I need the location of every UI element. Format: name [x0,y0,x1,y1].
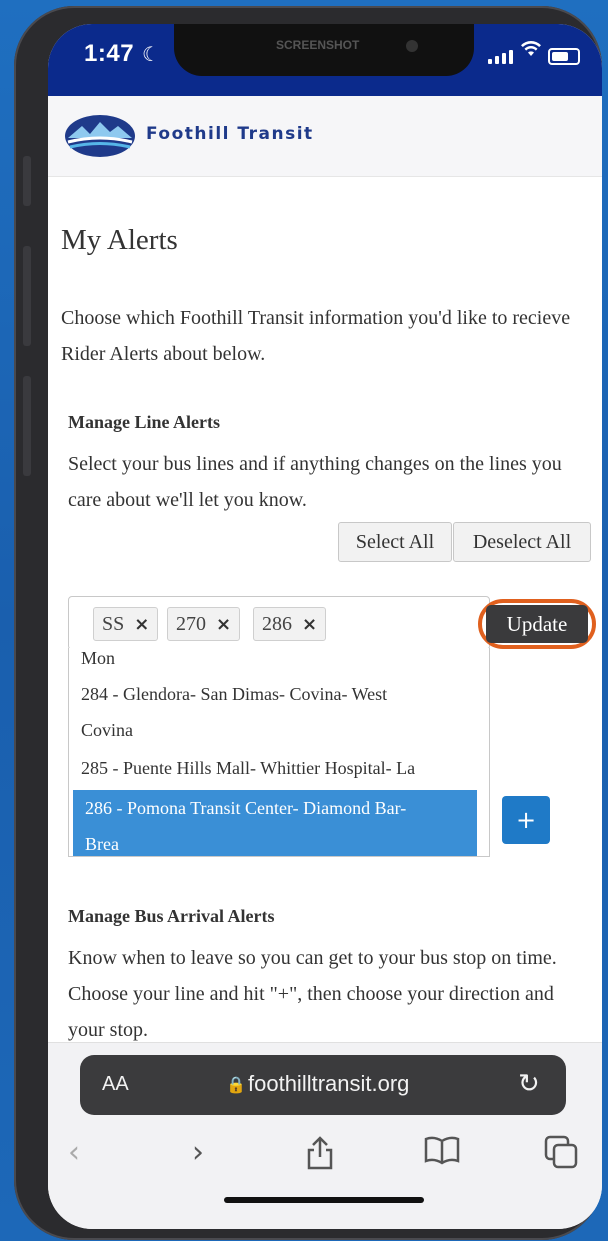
notch-label: SCREENSHOT [276,38,360,52]
share-icon[interactable] [304,1135,336,1179]
moon-icon: ☾ [142,44,160,66]
arrival-alerts-description: Know when to leave so you can get to you… [68,947,557,1041]
lock-icon: 🔒 [226,1077,246,1094]
tag-label: 286 [262,612,292,635]
tag-label: 270 [176,612,206,635]
line-tag: SS × [93,607,159,641]
list-item-selected[interactable]: Brea [73,826,477,856]
wifi-icon [520,40,542,64]
selected-lines-field[interactable]: SS × 270 × 286 × [68,596,490,650]
mute-switch [23,156,31,206]
forward-icon[interactable]: › [192,1135,204,1170]
foothill-logo-icon [65,115,135,157]
status-bar: 1:47 ☾ SCREENSHOT [48,24,602,96]
brand-name: Foothill Transit [146,124,314,144]
list-item[interactable]: 284 - Glendora- San Dimas- Covina- West [69,676,475,712]
deselect-all-button[interactable]: Deselect All [453,522,591,562]
select-all-button[interactable]: Select All [338,522,452,562]
list-item[interactable]: Covina [69,712,475,748]
address-bar[interactable]: AA 🔒 foothilltransit.org ↻ [80,1055,566,1115]
page-title: My Alerts [61,224,178,256]
reload-icon[interactable]: ↻ [518,1068,540,1099]
remove-tag-icon[interactable]: × [216,614,231,635]
line-alerts-description: Select your bus lines and if anything ch… [68,453,562,511]
remove-tag-icon[interactable]: × [134,614,149,635]
status-time: 1:47 [84,40,135,67]
volume-down-button [23,376,31,476]
list-item-selected[interactable]: 286 - Pomona Transit Center- Diamond Bar… [73,790,477,826]
tabs-icon[interactable] [544,1135,578,1177]
line-alerts-title: Manage Line Alerts [68,412,220,432]
back-icon[interactable]: ‹ [68,1135,80,1170]
signal-icon [488,50,513,64]
url-text[interactable]: foothilltransit.org [248,1071,409,1097]
line-tag: 286 × [253,607,327,641]
bookmarks-icon[interactable] [424,1135,460,1173]
tag-label: SS [102,612,125,635]
volume-up-button [23,246,31,346]
update-button[interactable]: Update [486,605,588,643]
line-tag: 270 × [167,607,241,641]
add-line-button[interactable]: + [502,796,550,844]
phone-frame: 1:47 ☾ SCREENSHOT Foothill Transit My Al… [14,6,602,1240]
intro-text: Choose which Foothill Transit informatio… [61,307,571,365]
site-header: Foothill Transit [48,96,602,177]
list-item[interactable]: Mon [69,648,475,676]
arrival-alerts-title: Manage Bus Arrival Alerts [68,906,275,926]
battery-icon [548,48,580,65]
list-item[interactable]: 285 - Puente Hills Mall- Whittier Hospit… [69,750,475,786]
camera-icon [406,40,418,52]
browser-toolbar: AA 🔒 foothilltransit.org ↻ ‹ › [48,1042,602,1229]
remove-tag-icon[interactable]: × [302,614,317,635]
line-options-list[interactable]: Mon 284 - Glendora- San Dimas- Covina- W… [68,648,490,857]
text-size-button[interactable]: AA [102,1073,129,1096]
notch: SCREENSHOT [174,24,474,76]
phone-screen: 1:47 ☾ SCREENSHOT Foothill Transit My Al… [48,24,602,1229]
home-indicator [224,1197,424,1203]
